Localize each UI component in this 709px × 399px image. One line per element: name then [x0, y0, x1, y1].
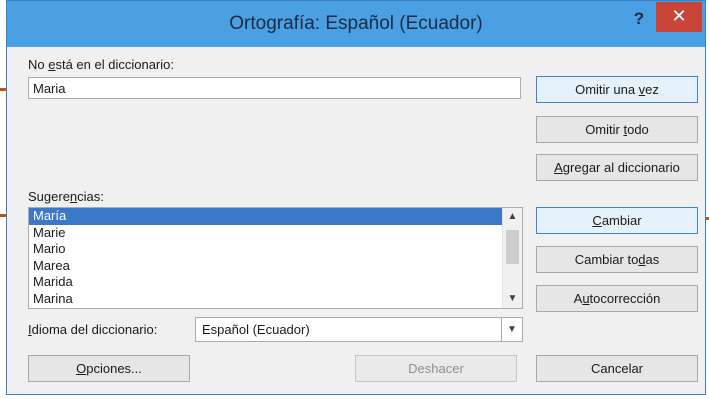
- ignore-once-button[interactable]: Omitir una vez: [536, 76, 698, 103]
- window-title: Ortografía: Español (Ecuador): [229, 13, 483, 34]
- chevron-up-icon[interactable]: ▲: [503, 208, 522, 226]
- not-in-dictionary-label: No está en el diccionario:: [28, 57, 174, 72]
- suggestions-label: Sugerencias:: [28, 189, 104, 204]
- not-in-dictionary-field[interactable]: Maria: [28, 77, 521, 99]
- suggestion-item[interactable]: Marea: [29, 258, 503, 275]
- suggestion-item[interactable]: Mario: [29, 241, 503, 258]
- dictionary-language-label: Idioma del diccionario:: [28, 322, 158, 337]
- suggestions-scrollbar[interactable]: ▲ ▼: [502, 208, 522, 308]
- dictionary-language-select[interactable]: Español (Ecuador) ▼: [195, 317, 523, 342]
- title-bar: Ortografía: Español (Ecuador) ? ✕: [7, 1, 705, 47]
- close-icon: ✕: [671, 6, 687, 26]
- suggestion-item[interactable]: Marida: [29, 274, 503, 291]
- suggestion-item[interactable]: Marina: [29, 291, 503, 308]
- suggestion-item[interactable]: Marie: [29, 225, 503, 242]
- chevron-down-icon[interactable]: ▼: [503, 290, 522, 308]
- change-button[interactable]: Cambiar: [536, 207, 698, 234]
- chevron-down-icon[interactable]: ▼: [501, 318, 522, 341]
- add-to-dictionary-button[interactable]: Agregar al diccionario: [536, 154, 698, 181]
- autocorrect-button[interactable]: Autocorrección: [536, 285, 698, 312]
- close-button[interactable]: ✕: [656, 2, 702, 32]
- dictionary-language-value: Español (Ecuador): [202, 322, 310, 337]
- scroll-thumb[interactable]: [506, 230, 519, 264]
- help-button[interactable]: ?: [626, 7, 652, 33]
- suggestions-list[interactable]: María Marie Mario Marea Marida Marina ▲ ▼: [28, 207, 523, 309]
- cancel-button[interactable]: Cancelar: [536, 355, 698, 382]
- spelling-dialog: Ortografía: Español (Ecuador) ? ✕ No est…: [6, 0, 706, 395]
- ignore-all-button[interactable]: Omitir todo: [536, 116, 698, 143]
- change-all-button[interactable]: Cambiar todas: [536, 246, 698, 273]
- options-button[interactable]: Opciones...: [28, 355, 190, 382]
- suggestion-item[interactable]: María: [29, 208, 503, 225]
- undo-button[interactable]: Deshacer: [355, 355, 517, 382]
